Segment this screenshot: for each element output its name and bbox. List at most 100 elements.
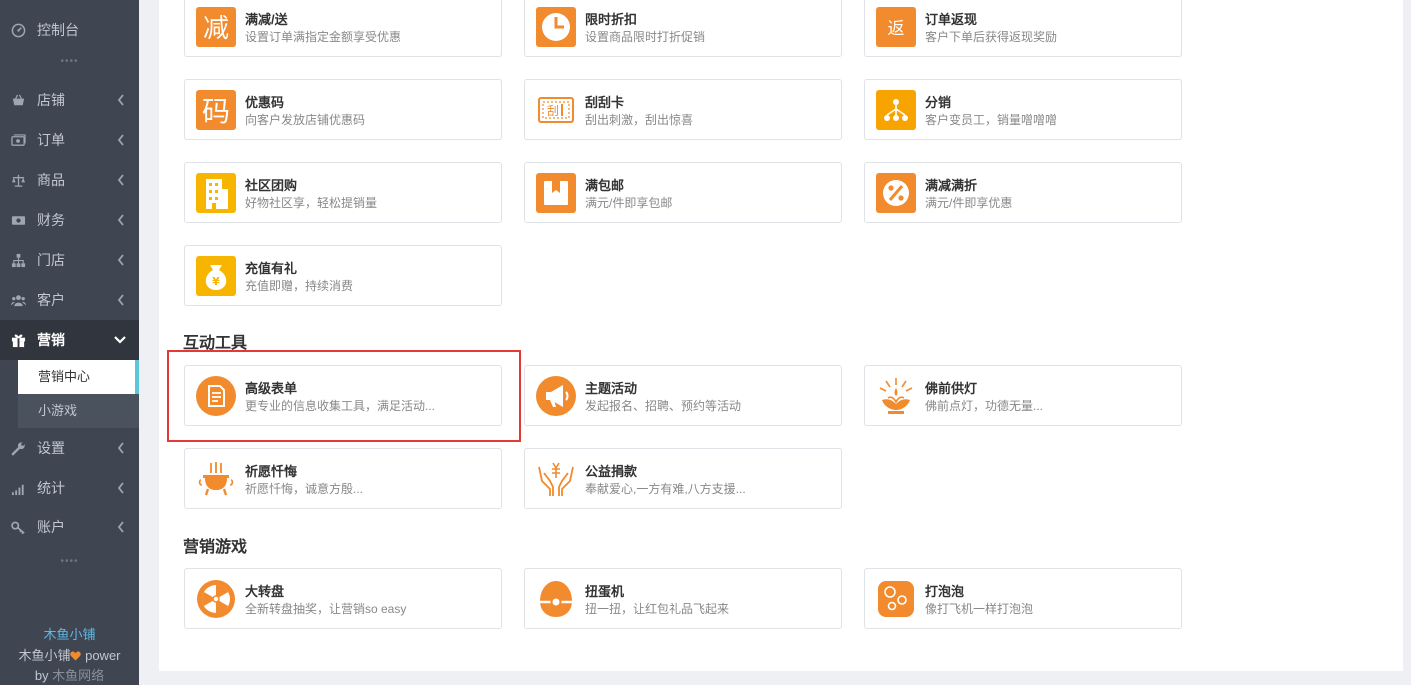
clock-icon xyxy=(536,7,576,47)
nav-label: 门店 xyxy=(37,252,65,268)
tool-card-recharge-gift[interactable]: ¥ 充值有礼 充值即赠，持续消费 xyxy=(184,245,502,306)
nav-item-store[interactable]: 店铺 xyxy=(0,80,139,120)
card-title: 分销 xyxy=(925,95,952,110)
card-title: 限时折扣 xyxy=(585,12,638,27)
nav-item-customers[interactable]: 客户 xyxy=(0,280,139,320)
package-icon xyxy=(536,173,576,213)
scratch-card-icon: 刮 xyxy=(536,90,576,130)
tool-card-theme-event[interactable]: 主题活动 发起报名、招聘、预约等活动 xyxy=(524,365,842,426)
card-desc: 好物社区享，轻松提销量 xyxy=(245,196,378,210)
chevron-left-icon xyxy=(117,214,124,226)
tool-card-community-group[interactable]: 社区团购 好物社区享，轻松提销量 xyxy=(184,162,502,223)
tool-card-cashback[interactable]: 返 订单返现 客户下单后获得返现奖励 xyxy=(864,0,1182,57)
nav-label: 营销 xyxy=(37,332,65,348)
discount-char-icon: 减 xyxy=(196,7,236,47)
nav-item-dashboard[interactable]: 控制台 xyxy=(0,10,139,50)
chevron-left-icon xyxy=(117,521,124,533)
key-icon xyxy=(10,519,26,535)
sitemap-icon xyxy=(10,252,26,268)
card-title: 充值有礼 xyxy=(245,261,298,276)
footer-company-link[interactable]: 木鱼网络 xyxy=(52,668,104,683)
tool-card-distribution[interactable]: 分销 客户变员工，销量噌噌噌 xyxy=(864,79,1182,140)
card-desc: 佛前点灯，功德无量... xyxy=(925,399,1044,413)
distribution-icon xyxy=(876,90,916,130)
card-title: 满减/送 xyxy=(245,12,288,27)
nav-item-account[interactable]: 账户 xyxy=(0,507,139,547)
nav-item-products[interactable]: 商品 xyxy=(0,160,139,200)
tool-card-scratch-card[interactable]: 刮 刮刮卡 刮出刺激，刮出惊喜 xyxy=(524,79,842,140)
card-title: 大转盘 xyxy=(245,584,285,599)
tool-card-gashapon[interactable]: 扭蛋机 扭一扭，让红包礼品飞起来 xyxy=(524,568,842,629)
chevron-left-icon xyxy=(117,94,124,106)
building-icon xyxy=(196,173,236,213)
signal-icon xyxy=(10,480,26,496)
nav-item-statistics[interactable]: 统计 xyxy=(0,468,139,508)
bubbles-icon xyxy=(876,579,916,619)
store-icon xyxy=(10,92,26,108)
tool-card-coupon-code[interactable]: 码 优惠码 向客户发放店铺优惠码 xyxy=(184,79,502,140)
card-desc: 刮出刺激，刮出惊喜 xyxy=(585,113,694,127)
card-desc: 祈愿忏悔，诚意方殷... xyxy=(245,482,364,496)
subnav-marketing-center[interactable]: 营销中心 xyxy=(18,360,139,394)
card-title: 刮刮卡 xyxy=(585,95,625,110)
nav-item-stores[interactable]: 门店 xyxy=(0,240,139,280)
nav-label: 控制台 xyxy=(37,22,79,38)
svg-text:¥: ¥ xyxy=(212,275,220,288)
nav-item-marketing[interactable]: 营销 xyxy=(0,320,139,360)
tool-card-flash-discount[interactable]: 限时折扣 设置商品限时打折促销 xyxy=(524,0,842,57)
sidebar-separator-dots: •••• xyxy=(60,56,79,67)
gift-icon xyxy=(10,332,26,348)
chevron-left-icon xyxy=(117,294,124,306)
users-icon xyxy=(10,292,26,308)
nav-item-orders[interactable]: 订单 xyxy=(0,120,139,160)
tool-card-bubble-pop[interactable]: 打泡泡 像打飞机一样打泡泡 xyxy=(864,568,1182,629)
dashboard-icon xyxy=(10,22,26,38)
chevron-left-icon xyxy=(117,174,124,186)
tool-card-buddha-lamp[interactable]: 佛前供灯 佛前点灯，功德无量... xyxy=(864,365,1182,426)
chevron-left-icon xyxy=(117,442,124,454)
card-title: 主题活动 xyxy=(585,381,638,396)
svg-text:返: 返 xyxy=(888,19,905,39)
percent-icon xyxy=(876,173,916,213)
card-desc: 设置商品限时打折促销 xyxy=(585,30,706,44)
tool-card-prayer[interactable]: 祈愿忏悔 祈愿忏悔，诚意方殷... xyxy=(184,448,502,509)
nav-item-settings[interactable]: 设置 xyxy=(0,428,139,468)
section-title-games: 营销游戏 xyxy=(183,539,248,556)
svg-text:码: 码 xyxy=(202,95,230,128)
card-desc: 发起报名、招聘、预约等活动 xyxy=(585,399,742,413)
money-bag-icon: ¥ xyxy=(196,256,236,296)
card-desc: 扭一扭，让红包礼品飞起来 xyxy=(585,602,730,616)
donation-hands-icon xyxy=(536,459,576,499)
card-title: 公益捐款 xyxy=(585,464,638,479)
tool-card-big-wheel[interactable]: 大转盘 全新转盘抽奖，让营销so easy xyxy=(184,568,502,629)
nav-label: 统计 xyxy=(37,480,65,496)
gashapon-icon xyxy=(536,579,576,619)
nav-label: 账户 xyxy=(37,519,65,535)
chevron-left-icon xyxy=(117,134,124,146)
heart-icon xyxy=(70,651,82,661)
nav-label: 设置 xyxy=(37,440,65,456)
tool-card-full-reduction[interactable]: 减 满减/送 设置订单满指定金额享受优惠 xyxy=(184,0,502,57)
tool-card-advanced-form[interactable]: 高级表单 更专业的信息收集工具，满足活动... xyxy=(184,365,502,426)
tool-card-free-shipping[interactable]: 满包邮 满元/件即享包邮 xyxy=(524,162,842,223)
card-title: 打泡泡 xyxy=(925,584,965,599)
nav-item-finance[interactable]: 财务 xyxy=(0,200,139,240)
lotus-lamp-icon xyxy=(876,376,916,416)
tool-card-charity-donation[interactable]: 公益捐款 奉献爱心,一方有难,八方支援... xyxy=(524,448,842,509)
card-desc: 满元/件即享包邮 xyxy=(585,196,673,210)
code-char-icon: 码 xyxy=(196,90,236,130)
subnav-mini-games[interactable]: 小游戏 xyxy=(18,394,139,428)
card-desc: 奉献爱心,一方有难,八方支援... xyxy=(585,482,746,496)
incense-burner-icon xyxy=(196,459,236,499)
tool-card-full-discount[interactable]: 满减满折 满元/件即享优惠 xyxy=(864,162,1182,223)
cashback-char-icon: 返 xyxy=(876,7,916,47)
card-title: 高级表单 xyxy=(245,381,298,396)
card-desc: 设置订单满指定金额享受优惠 xyxy=(245,30,402,44)
chevron-left-icon xyxy=(117,254,124,266)
card-desc: 像打飞机一样打泡泡 xyxy=(925,602,1034,616)
sidebar: 控制台 •••• 店铺 订单 商品 财务 门店 客户 营销 营销中心 小游戏 设… xyxy=(0,0,139,685)
sidebar-separator-dots: •••• xyxy=(60,556,79,567)
card-desc: 向客户发放店铺优惠码 xyxy=(245,113,366,127)
card-desc: 客户变员工，销量噌噌噌 xyxy=(925,113,1058,127)
card-title: 社区团购 xyxy=(245,178,298,193)
